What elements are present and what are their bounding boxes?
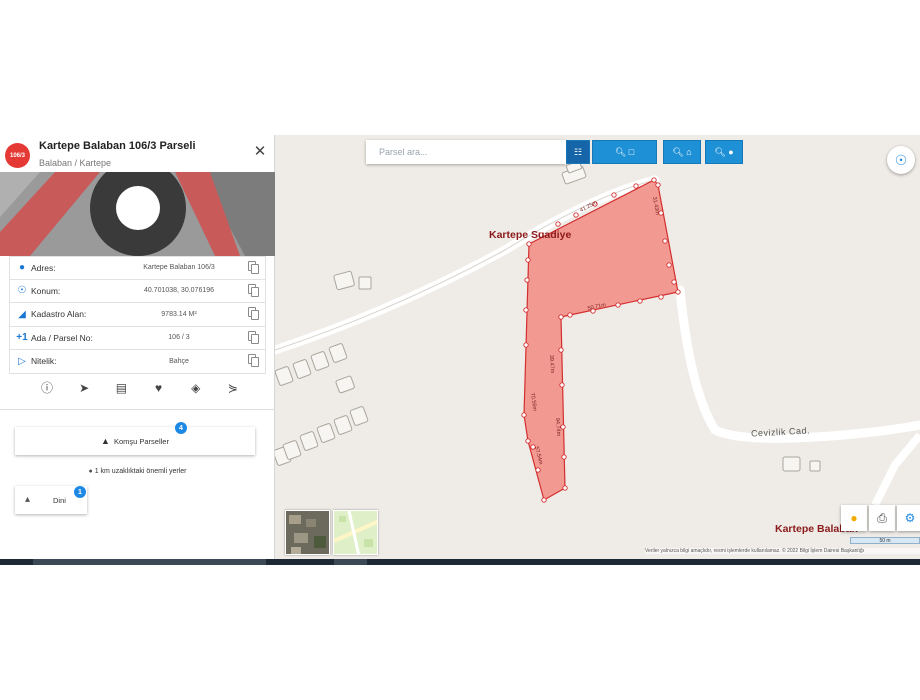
info-row-parcel-no: +1 Ada / Parsel No: 106 / 3	[9, 326, 266, 350]
ruler-triangle-icon: ◢	[18, 308, 26, 320]
close-button[interactable]: ✕	[252, 144, 268, 160]
mountain-icon: ▲	[101, 436, 110, 446]
search-parcel-button[interactable]: 🔍︎ □	[592, 140, 657, 164]
info-value: Bahçe	[169, 357, 189, 365]
map-label-suadiye: Kartepe Suadiye	[489, 229, 572, 241]
tools-icon: ⚙	[904, 511, 916, 525]
religious-count-badge: 1	[74, 486, 86, 498]
parcel-location-thumbnail	[0, 172, 275, 256]
satellite-layer-button[interactable]	[285, 510, 330, 555]
street-view-button[interactable]: ●	[841, 505, 867, 531]
document-search-icon: ☷	[573, 146, 583, 157]
search-list-button[interactable]: ☷	[566, 140, 590, 164]
search-pin-icon: 🔍︎ ●	[714, 146, 734, 157]
share-icon[interactable]: ⋟	[226, 381, 240, 395]
map-base: 41.25m 31.43m 50.71m 39.47m 94.74m 70.56…	[275, 160, 920, 507]
info-row-location: ☉ Konum: 40.701038, 30.076196	[9, 279, 266, 303]
tools-button[interactable]: ⚙	[897, 505, 920, 531]
info-label: Kadastro Alan:	[31, 309, 87, 320]
map-app: 41.25m 31.43m 50.71m 39.47m 94.74m 70.56…	[0, 135, 920, 565]
copy-icon[interactable]	[247, 307, 261, 321]
info-label: Konum:	[31, 285, 61, 296]
info-icon[interactable]: ⓘ	[40, 381, 54, 395]
map-pin-icon: ●	[88, 468, 93, 475]
info-label: Nitelik:	[31, 356, 57, 367]
parcel-info-panel: 106/3 Kartepe Balaban 106/3 Parseli Bala…	[0, 135, 275, 559]
print-icon: ⎙	[877, 510, 887, 525]
parcel-search-input[interactable]: Parsel ara...	[366, 140, 566, 164]
crosshair-icon: ☉	[17, 285, 27, 297]
copy-icon[interactable]	[247, 283, 261, 298]
panel-title: Kartepe Balaban 106/3 Parseli	[39, 140, 196, 152]
search-home-icon: 🔍︎ ⌂	[672, 146, 692, 157]
info-row-quality: ▷ Nitelik: Bahçe	[9, 350, 266, 374]
nearby-places-label: 1 km uzaklıktaki önemli yerler	[94, 468, 187, 475]
info-label: Adres:	[31, 262, 56, 273]
info-value: Kartepe Balaban 106/3	[143, 264, 215, 272]
copy-icon[interactable]	[247, 260, 261, 275]
neighbor-parcels-button[interactable]: ▲ Komşu Parseller	[15, 427, 255, 455]
tag-icon: ▷	[18, 355, 26, 367]
parcel-edge-label: 39.47m	[548, 355, 555, 374]
street-thumbnail	[334, 511, 377, 554]
neighbor-count-badge: 4	[175, 422, 187, 434]
info-label: Ada / Parsel No:	[31, 332, 93, 343]
crosshair-icon: ☉	[894, 152, 908, 168]
map-canvas[interactable]: 41.25m 31.43m 50.71m 39.47m 94.74m 70.56…	[275, 135, 920, 559]
nearby-places-title: ● 1 km uzaklıktaki önemli yerler	[0, 468, 275, 475]
search-coordinate-button[interactable]: 🔍︎ ●	[705, 140, 743, 164]
locate-me-button[interactable]: ☉	[887, 146, 915, 174]
panel-divider	[0, 409, 275, 410]
mosque-icon: ▴	[25, 494, 31, 505]
map-attribution: Veriler yalnızca bilgi amaçlıdır, resmi …	[645, 548, 920, 554]
satellite-thumbnail	[286, 511, 329, 554]
info-value: 9783.14 M²	[161, 310, 197, 318]
scale-bar: 50 m	[850, 537, 920, 544]
search-address-button[interactable]: 🔍︎ ⌂	[663, 140, 701, 164]
info-value: 106 / 3	[168, 334, 190, 342]
location-pin-thumbnail	[0, 172, 275, 256]
parcel-actions: ⓘ ➤ ▤ ♥ ◈ ⋟	[40, 381, 240, 399]
pegman-icon: ●	[850, 511, 858, 525]
neighbor-parcels-label: Komşu Parseller	[113, 436, 169, 446]
parcel-badge: 106/3	[5, 143, 30, 168]
close-icon: ✕	[253, 143, 267, 160]
search-icon: 🔍︎ □	[614, 146, 635, 157]
copy-icon[interactable]	[247, 354, 261, 368]
info-value: 40.701038, 30.076196	[143, 287, 215, 295]
copy-icon[interactable]	[247, 330, 261, 345]
street-layer-button[interactable]	[333, 510, 378, 555]
heart-icon[interactable]: ♥	[152, 381, 166, 395]
panel-subtitle: Balaban / Kartepe	[39, 158, 112, 168]
plus-one-icon: +1	[16, 332, 28, 344]
report-icon[interactable]: ▤	[114, 381, 128, 395]
info-row-area: ◢ Kadastro Alan: 9783.14 M²	[9, 303, 266, 327]
taskbar	[0, 559, 920, 565]
map-pin-icon: ●	[18, 262, 26, 274]
directions-icon[interactable]: ➤	[77, 381, 91, 395]
info-row-address: ● Adres: Kartepe Balaban 106/3	[9, 256, 266, 280]
religious-places-label: Dini	[53, 496, 66, 505]
print-button[interactable]: ⎙	[869, 505, 895, 531]
layers-icon[interactable]: ◈	[189, 381, 203, 395]
parcel-info-table: ● Adres: Kartepe Balaban 106/3 ☉ Konum: …	[9, 256, 266, 374]
